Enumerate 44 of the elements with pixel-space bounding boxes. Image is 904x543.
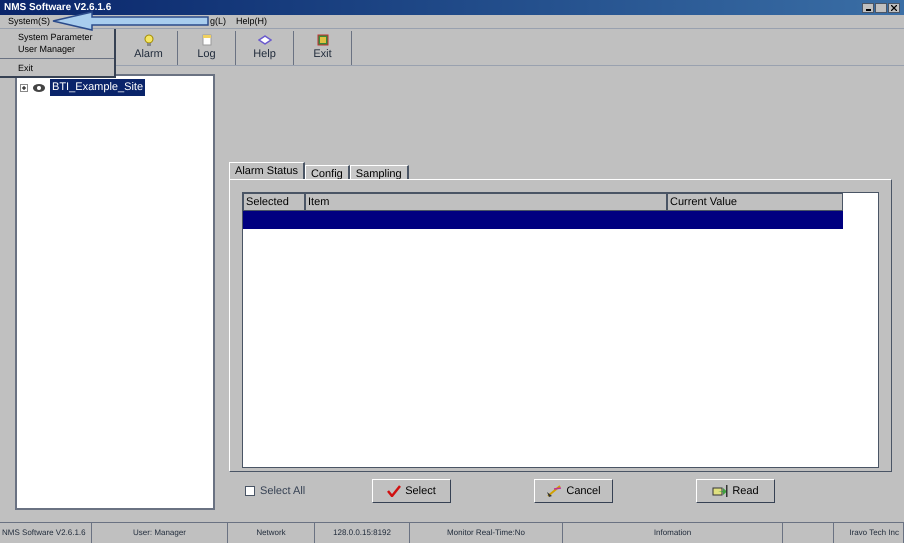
action-button[interactable]: Select: [372, 479, 451, 504]
toolbar-button[interactable]: Alarm: [120, 31, 178, 66]
toolbar-button[interactable]: Exit: [294, 31, 352, 66]
status-cell: Network: [228, 523, 315, 543]
read-icon: [712, 485, 728, 498]
menu-option[interactable]: System Parameter: [0, 31, 114, 43]
status-cell: Iravo Tech Inc: [834, 523, 904, 543]
site-icon: [32, 82, 46, 93]
tab[interactable]: Sampling: [350, 165, 409, 180]
toolbar-button[interactable]: Log: [178, 31, 236, 66]
broom-icon: [546, 485, 562, 498]
tab[interactable]: Config: [304, 165, 350, 180]
status-cell: NMS Software V2.6.1.6: [0, 523, 92, 543]
door-icon: [316, 34, 328, 46]
window-title: NMS Software V2.6.1.6: [4, 1, 112, 15]
checkbox-label: Select All: [260, 484, 306, 500]
menu-item[interactable]: Help(H): [232, 14, 272, 28]
maximize-button[interactable]: [875, 2, 887, 12]
column-header[interactable]: Item: [305, 193, 667, 212]
close-icon: [891, 4, 897, 10]
bulb-icon: [142, 34, 154, 46]
select-all-checkbox[interactable]: [245, 486, 255, 496]
table-row[interactable]: [243, 211, 843, 230]
menu-option[interactable]: User Manager: [0, 43, 114, 55]
menu-option[interactable]: Exit: [0, 62, 114, 74]
page-icon: [202, 34, 212, 46]
check-icon: [387, 485, 402, 498]
status-cell: 128.0.0.15:8192: [315, 523, 410, 543]
tab[interactable]: Alarm Status: [229, 162, 305, 180]
status-cell: User: Manager: [92, 523, 228, 543]
action-button[interactable]: Read: [696, 479, 775, 504]
menu-item[interactable]: System(S): [4, 14, 54, 28]
expand-toggle[interactable]: [20, 84, 28, 92]
action-button[interactable]: Cancel: [534, 479, 613, 504]
status-cell: Infomation: [563, 523, 783, 543]
status-cell: Monitor Real-Time:No: [410, 523, 563, 543]
menu-item[interactable]: g(L): [206, 14, 230, 28]
column-header[interactable]: Current Value: [667, 193, 843, 212]
minimize-button[interactable]: [862, 2, 874, 12]
tree-item[interactable]: BTI_Example_Site: [50, 79, 146, 96]
close-button[interactable]: [888, 2, 900, 12]
column-header[interactable]: Selected: [243, 193, 305, 212]
book-icon: [258, 35, 272, 46]
toolbar-button[interactable]: Help: [236, 31, 294, 66]
